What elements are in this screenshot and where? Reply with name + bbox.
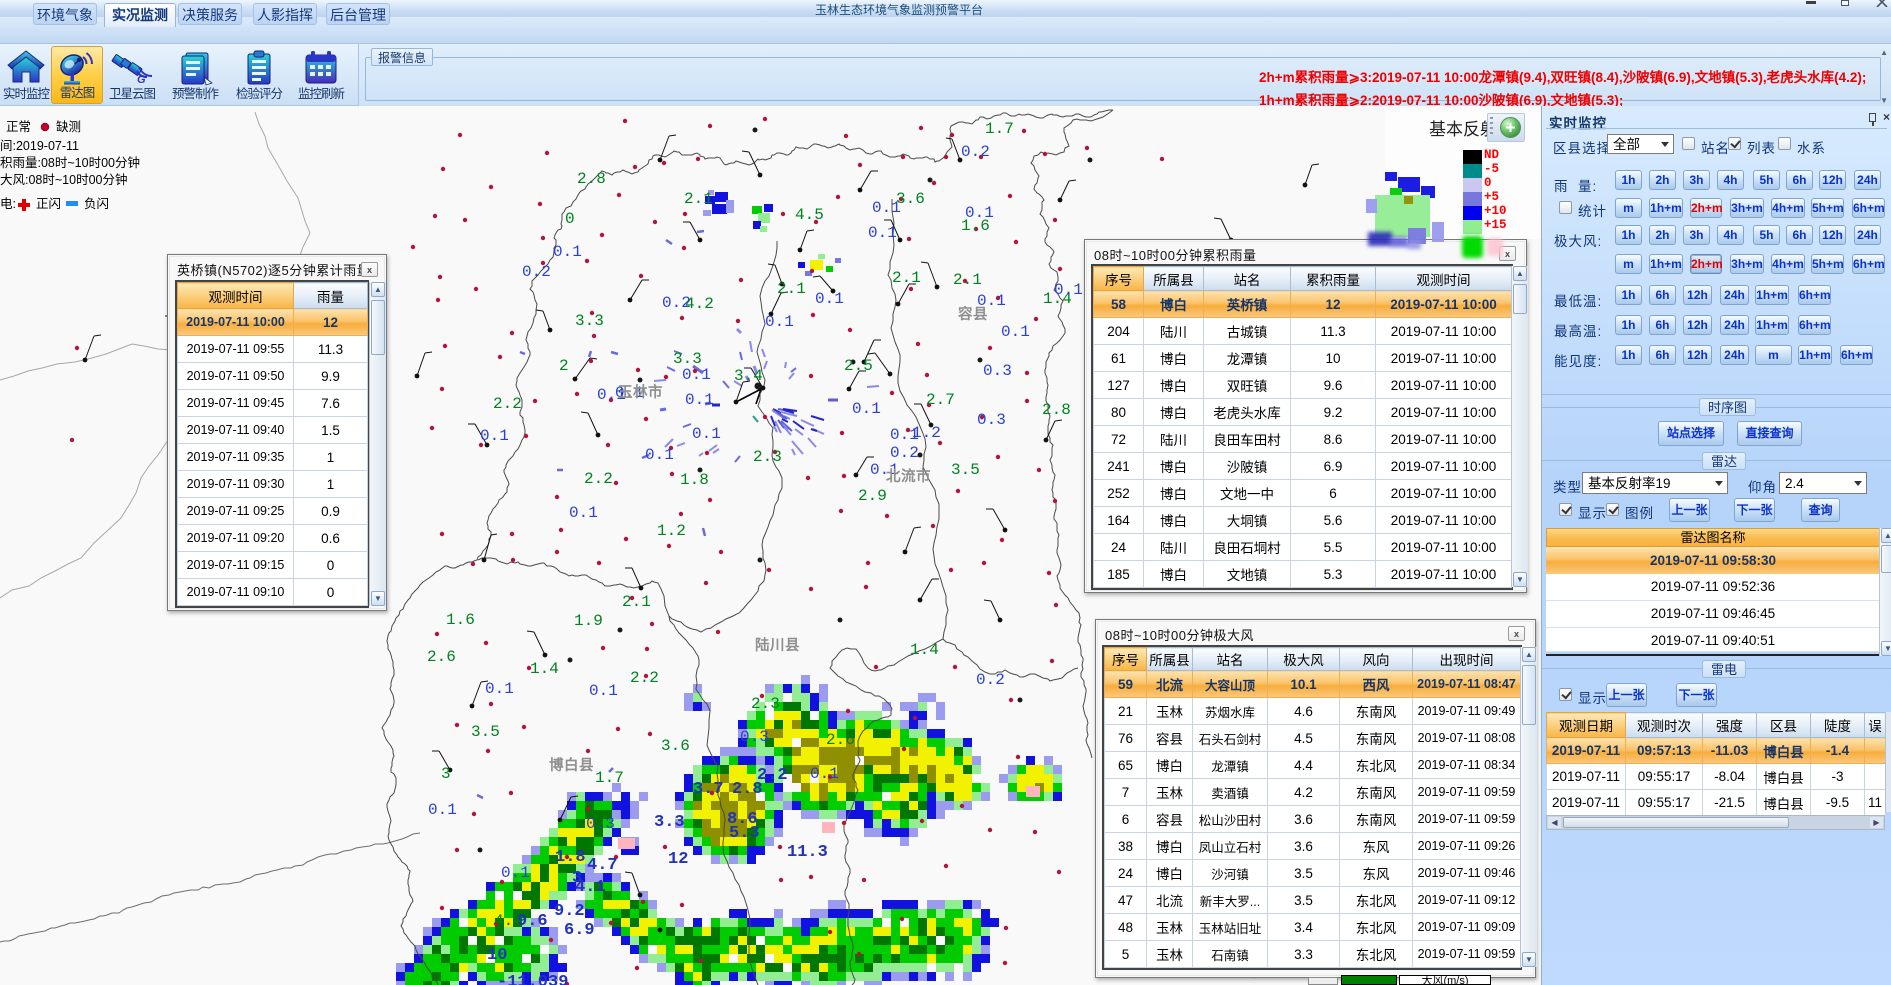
svg-text:0.1: 0.1 bbox=[428, 801, 457, 819]
svg-text:0.2: 0.2 bbox=[662, 294, 691, 312]
svg-text:0: 0 bbox=[565, 210, 575, 228]
svg-text:4.5: 4.5 bbox=[795, 206, 824, 224]
svg-text:4.7: 4.7 bbox=[587, 856, 618, 875]
svg-text:3.5: 3.5 bbox=[951, 461, 980, 479]
svg-text:1.8: 1.8 bbox=[555, 848, 586, 867]
svg-text:负闪: 负闪 bbox=[84, 197, 109, 211]
svg-text:6.9: 6.9 bbox=[564, 921, 595, 940]
svg-text:1.8: 1.8 bbox=[680, 471, 709, 489]
svg-text:0.1: 0.1 bbox=[485, 680, 514, 698]
svg-text:0.1: 0.1 bbox=[852, 400, 881, 418]
svg-text:2.1: 2.1 bbox=[953, 271, 982, 289]
svg-text:2.8: 2.8 bbox=[732, 780, 763, 799]
svg-text:0.2: 0.2 bbox=[976, 671, 1005, 689]
svg-text:0.1: 0.1 bbox=[890, 426, 919, 444]
svg-text:0.1: 0.1 bbox=[589, 682, 618, 700]
svg-text:正常: 正常 bbox=[6, 120, 31, 134]
svg-text:0.3: 0.3 bbox=[977, 411, 1006, 429]
svg-text:0.1: 0.1 bbox=[1054, 281, 1083, 299]
svg-text:2.9: 2.9 bbox=[858, 487, 887, 505]
svg-text:11.3: 11.3 bbox=[787, 843, 828, 862]
svg-text:1.7: 1.7 bbox=[595, 769, 624, 787]
svg-text:正闪: 正闪 bbox=[36, 197, 61, 211]
svg-text:0.1: 0.1 bbox=[868, 224, 897, 242]
svg-text:2.8: 2.8 bbox=[577, 170, 606, 188]
svg-text:0.1: 0.1 bbox=[1001, 323, 1030, 341]
svg-text:3.3: 3.3 bbox=[654, 813, 685, 832]
svg-text:博白县: 博白县 bbox=[549, 756, 594, 774]
svg-text:12: 12 bbox=[668, 850, 688, 869]
svg-text:5.3: 5.3 bbox=[729, 824, 760, 843]
svg-text:3.5: 3.5 bbox=[471, 723, 500, 741]
svg-text:3.3: 3.3 bbox=[575, 312, 604, 330]
svg-text:北流市: 北流市 bbox=[886, 467, 931, 485]
svg-text:0.1: 0.1 bbox=[685, 391, 714, 409]
svg-text:0.2: 0.2 bbox=[522, 263, 551, 281]
svg-text:2.3: 2.3 bbox=[753, 448, 782, 466]
svg-text:0.1: 0.1 bbox=[682, 366, 711, 384]
svg-text:2.6: 2.6 bbox=[826, 731, 855, 749]
svg-text:0.1: 0.1 bbox=[872, 199, 901, 217]
svg-text:容县: 容县 bbox=[957, 305, 988, 323]
svg-text:1.4: 1.4 bbox=[530, 660, 559, 678]
svg-text:2.1: 2.1 bbox=[684, 190, 713, 208]
svg-text:0.1: 0.1 bbox=[765, 313, 794, 331]
svg-text:0.1: 0.1 bbox=[810, 765, 839, 783]
svg-text:2.1: 2.1 bbox=[622, 593, 651, 611]
svg-text:2.2: 2.2 bbox=[584, 470, 613, 488]
svg-text:1.9: 1.9 bbox=[574, 612, 603, 630]
svg-text:1.7: 1.7 bbox=[985, 120, 1014, 138]
svg-text:0.1: 0.1 bbox=[815, 290, 844, 308]
svg-text:0.1: 0.1 bbox=[501, 864, 530, 882]
svg-text:2.1: 2.1 bbox=[777, 280, 806, 298]
svg-text:3.4: 3.4 bbox=[734, 367, 763, 385]
svg-text:3.7: 3.7 bbox=[693, 780, 724, 799]
svg-text:10: 10 bbox=[487, 946, 507, 965]
svg-text:2.1: 2.1 bbox=[892, 269, 921, 287]
svg-text:2: 2 bbox=[559, 357, 569, 375]
svg-text:缺测: 缺测 bbox=[56, 119, 81, 134]
svg-text:2.6: 2.6 bbox=[427, 648, 456, 666]
svg-text:0.1: 0.1 bbox=[569, 504, 598, 522]
svg-text:积雨量:08时~10时00分钟: 积雨量:08时~10时00分钟 bbox=[0, 155, 140, 170]
svg-text:2.7: 2.7 bbox=[926, 391, 955, 409]
svg-text:大风:08时~10时00分钟: 大风:08时~10时00分钟 bbox=[0, 172, 128, 187]
svg-text:2.5: 2.5 bbox=[844, 357, 873, 375]
svg-text:2.2: 2.2 bbox=[493, 395, 522, 413]
svg-text:2.2: 2.2 bbox=[630, 669, 659, 687]
svg-text:间:2019-07-11: 间:2019-07-11 bbox=[0, 139, 79, 153]
svg-text:1.6: 1.6 bbox=[446, 611, 475, 629]
svg-text:3.6: 3.6 bbox=[661, 737, 690, 755]
svg-text:2.8: 2.8 bbox=[1042, 401, 1071, 419]
svg-text:0.1: 0.1 bbox=[553, 243, 582, 261]
svg-text:玉林市: 玉林市 bbox=[618, 383, 663, 401]
svg-text:0.3: 0.3 bbox=[740, 728, 769, 746]
svg-text:4.1: 4.1 bbox=[575, 878, 606, 897]
svg-text:陆川县: 陆川县 bbox=[755, 637, 800, 654]
svg-text:2.3: 2.3 bbox=[751, 695, 780, 713]
svg-text:0.1: 0.1 bbox=[645, 446, 674, 464]
svg-text:1.2: 1.2 bbox=[657, 522, 686, 540]
svg-text:1.4: 1.4 bbox=[910, 641, 939, 659]
svg-text:0.2: 0.2 bbox=[890, 444, 919, 462]
svg-text:0.1: 0.1 bbox=[965, 204, 994, 222]
svg-text:0.3: 0.3 bbox=[586, 815, 615, 833]
svg-text:3: 3 bbox=[441, 765, 451, 783]
svg-text:-11.039: -11.039 bbox=[497, 973, 568, 985]
svg-text:9.6: 9.6 bbox=[517, 912, 548, 931]
svg-text:电:: 电: bbox=[0, 197, 16, 211]
svg-text:0.1: 0.1 bbox=[692, 425, 721, 443]
svg-text:9.2: 9.2 bbox=[554, 902, 585, 921]
svg-text:0.2: 0.2 bbox=[961, 143, 990, 161]
svg-text:0.3: 0.3 bbox=[983, 362, 1012, 380]
svg-text:0.1: 0.1 bbox=[480, 427, 509, 445]
